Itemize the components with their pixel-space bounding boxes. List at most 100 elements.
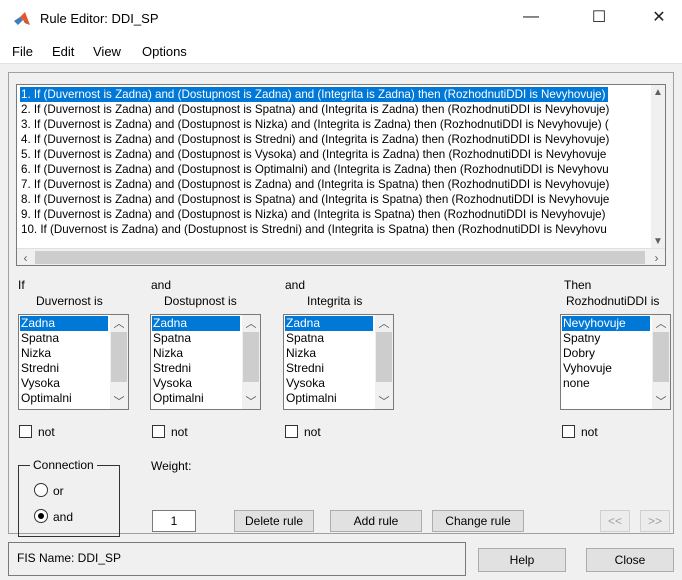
list-option[interactable]: none [562, 376, 590, 391]
list-option[interactable]: Optimalni [20, 391, 72, 406]
rules-horizontal-scrollbar[interactable]: ‹ › [17, 248, 665, 265]
rule-item[interactable]: 4. If (Duvernost is Zadna) and (Dostupno… [20, 132, 612, 147]
connection-groupbox [18, 465, 120, 537]
rule-item[interactable]: 6. If (Duvernost is Zadna) and (Dostupno… [20, 162, 612, 177]
previous-button[interactable]: << [600, 510, 630, 532]
help-button[interactable]: Help [478, 548, 566, 572]
connector-and: and [151, 278, 172, 292]
menu-options[interactable]: Options [142, 44, 187, 59]
not-checkbox-integrita[interactable] [285, 425, 298, 438]
chevron-down-icon[interactable]: ﹀ [242, 393, 260, 409]
list-option[interactable]: none [285, 406, 313, 409]
rules-list[interactable]: 1. If (Duvernost is Zadna) and (Dostupno… [16, 84, 666, 266]
list-option[interactable]: Nizka [20, 346, 51, 361]
list-option[interactable]: none [20, 406, 48, 409]
listbox-scrollbar[interactable]: ︿ ﹀ [652, 315, 670, 409]
connector-if: If [18, 278, 25, 292]
scroll-up-icon[interactable]: ▲ [651, 85, 665, 99]
list-option[interactable]: Stredni [285, 361, 324, 376]
radio-and[interactable] [34, 509, 48, 523]
change-rule-button[interactable]: Change rule [432, 510, 524, 532]
chevron-up-icon[interactable]: ︿ [242, 315, 260, 331]
scroll-down-icon[interactable]: ▼ [651, 234, 665, 248]
list-option[interactable]: Vysoka [20, 376, 60, 391]
menu-edit[interactable]: Edit [52, 44, 74, 59]
connection-title: Connection [30, 458, 97, 472]
list-option[interactable]: Optimalni [285, 391, 337, 406]
rule-item[interactable]: 9. If (Duvernost is Zadna) and (Dostupno… [20, 207, 608, 222]
scroll-thumb[interactable] [35, 251, 645, 264]
status-bar: FIS Name: DDI_SP [8, 542, 466, 576]
list-option[interactable]: Vysoka [285, 376, 325, 391]
scroll-thumb[interactable] [653, 332, 669, 382]
weight-label: Weight: [151, 459, 192, 473]
not-label: not [38, 425, 55, 439]
next-button[interactable]: >> [640, 510, 670, 532]
rule-item[interactable]: 3. If (Duvernost is Zadna) and (Dostupno… [20, 117, 612, 132]
delete-rule-button[interactable]: Delete rule [234, 510, 314, 532]
minimize-icon: — [523, 8, 539, 25]
list-option[interactable]: Vyhovuje [562, 361, 612, 376]
list-option[interactable]: Zadna [152, 316, 240, 331]
rule-item[interactable]: 7. If (Duvernost is Zadna) and (Dostupno… [20, 177, 612, 192]
close-button[interactable]: Close [586, 548, 674, 572]
list-option[interactable]: Spatna [152, 331, 191, 346]
not-checkbox-output[interactable] [562, 425, 575, 438]
rule-item[interactable]: 5. If (Duvernost is Zadna) and (Dostupno… [20, 147, 609, 162]
rozhodnutiddi-listbox[interactable]: Nevyhovuje Spatny Dobry Vyhovuje none ︿ … [560, 314, 671, 410]
scroll-right-icon[interactable]: › [648, 249, 665, 265]
list-option[interactable]: Spatna [285, 331, 324, 346]
list-option[interactable]: Dobry [562, 346, 595, 361]
minimize-button[interactable]: — [508, 0, 554, 34]
listbox-scrollbar[interactable]: ︿ ﹀ [110, 315, 128, 409]
list-option[interactable]: Spatna [20, 331, 59, 346]
dostupnost-listbox[interactable]: Zadna Spatna Nizka Stredni Vysoka Optima… [150, 314, 261, 410]
connector-and: and [285, 278, 306, 292]
variable-label-duvernost: Duvernost is [36, 294, 103, 308]
rule-item[interactable]: 8. If (Duvernost is Zadna) and (Dostupno… [20, 192, 612, 207]
radio-or[interactable] [34, 483, 48, 497]
rule-item[interactable]: 10. If (Duvernost is Zadna) and (Dostupn… [20, 222, 610, 237]
chevron-down-icon[interactable]: ﹀ [110, 393, 128, 409]
scroll-thumb[interactable] [243, 332, 259, 382]
list-option[interactable]: Nizka [152, 346, 183, 361]
duvernost-listbox[interactable]: Zadna Spatna Nizka Stredni Vysoka Optima… [18, 314, 129, 410]
chevron-up-icon[interactable]: ︿ [110, 315, 128, 331]
list-option[interactable]: Vysoka [152, 376, 192, 391]
rules-vertical-scrollbar[interactable]: ▲ ▼ [651, 85, 665, 248]
not-checkbox-duvernost[interactable] [19, 425, 32, 438]
menu-file[interactable]: File [12, 44, 33, 59]
list-option[interactable]: Spatny [562, 331, 600, 346]
rule-item[interactable]: 2. If (Duvernost is Zadna) and (Dostupno… [20, 102, 612, 117]
chevron-up-icon[interactable]: ︿ [652, 315, 670, 331]
fis-name-status: FIS Name: DDI_SP [17, 551, 122, 565]
not-checkbox-dostupnost[interactable] [152, 425, 165, 438]
listbox-scrollbar[interactable]: ︿ ﹀ [242, 315, 260, 409]
scroll-left-icon[interactable]: ‹ [17, 249, 34, 265]
chevron-up-icon[interactable]: ︿ [375, 315, 393, 331]
list-option[interactable]: Optimalni [152, 391, 204, 406]
maximize-button[interactable]: ☐ [576, 0, 622, 34]
list-option[interactable]: Nizka [285, 346, 316, 361]
integrita-listbox[interactable]: Zadna Spatna Nizka Stredni Vysoka Optima… [283, 314, 394, 410]
chevron-down-icon[interactable]: ﹀ [652, 393, 670, 409]
scroll-thumb[interactable] [376, 332, 392, 382]
add-rule-button[interactable]: Add rule [330, 510, 422, 532]
title-bar: Rule Editor: DDI_SP — ☐ ✕ [0, 0, 682, 38]
list-option[interactable]: Nevyhovuje [562, 316, 650, 331]
listbox-scrollbar[interactable]: ︿ ﹀ [375, 315, 393, 409]
chevron-down-icon[interactable]: ﹀ [375, 393, 393, 409]
radio-or-label: or [53, 484, 64, 498]
list-option[interactable]: Stredni [152, 361, 191, 376]
menu-bar: File Edit View Options [0, 38, 682, 64]
list-option[interactable]: Zadna [285, 316, 373, 331]
list-option[interactable]: none [152, 406, 180, 409]
list-option[interactable]: Stredni [20, 361, 59, 376]
close-window-button[interactable]: ✕ [636, 0, 682, 34]
scroll-thumb[interactable] [111, 332, 127, 382]
menu-view[interactable]: View [93, 44, 121, 59]
rule-item[interactable]: 1. If (Duvernost is Zadna) and (Dostupno… [20, 87, 609, 102]
variable-label-rozhodnutiddi: RozhodnutiDDI is [566, 294, 660, 308]
weight-input[interactable]: 1 [152, 510, 196, 532]
list-option[interactable]: Zadna [20, 316, 108, 331]
